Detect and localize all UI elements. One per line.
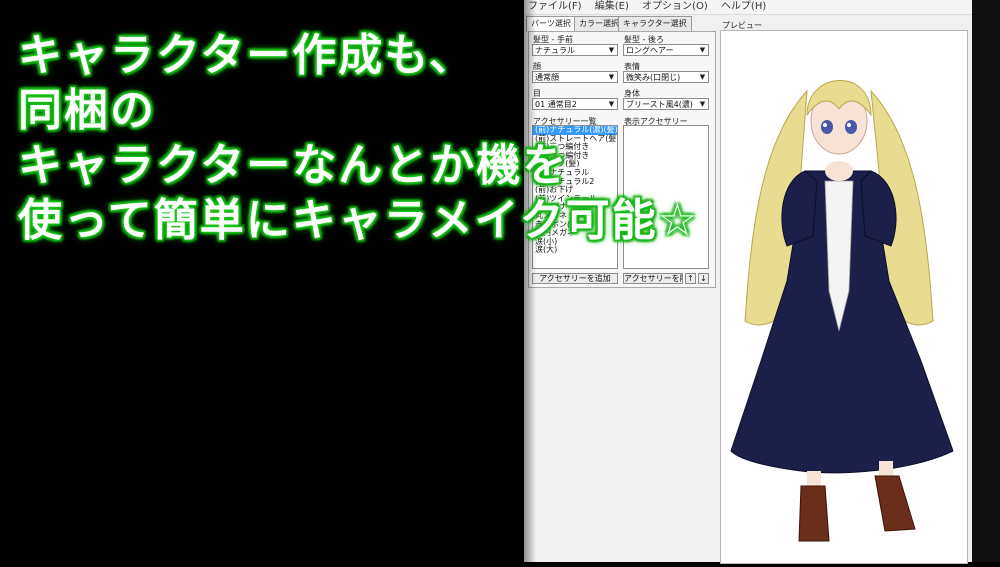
character-preview <box>720 30 968 564</box>
delete-accessory-button[interactable]: アクセサリーを削除 <box>623 273 683 284</box>
window-right-edge <box>972 0 1000 562</box>
caption-line-3: キャラクターなんとか機を <box>18 140 569 191</box>
caption-line-4: 使って簡単にキャラメイク可能☆ <box>18 193 748 248</box>
menu-edit[interactable]: 編集(E) <box>595 1 629 12</box>
character-illustration <box>730 80 954 542</box>
menu-bar: ファイル(F) 編集(E) オプション(O) ヘルプ(H) <box>524 0 1000 15</box>
caption-line-2: 同梱の <box>18 85 156 136</box>
menu-file[interactable]: ファイル(F) <box>528 1 582 12</box>
add-accessory-button[interactable]: アクセサリーを追加 <box>532 273 618 284</box>
move-down-button[interactable]: ↓ <box>698 273 709 284</box>
menu-options[interactable]: オプション(O) <box>642 1 708 12</box>
overlay-caption: キャラクター作成も、 同梱の キャラクターなんとか機を 使って簡単にキャラメイク… <box>18 28 748 248</box>
menu-help[interactable]: ヘルプ(H) <box>721 1 766 12</box>
caption-line-1: キャラクター作成も、 <box>18 30 475 81</box>
star-icon: ☆ <box>657 195 700 246</box>
caption-line-4-text: 使って簡単にキャラメイク可能 <box>18 195 658 246</box>
move-up-button[interactable]: ↑ <box>685 273 696 284</box>
